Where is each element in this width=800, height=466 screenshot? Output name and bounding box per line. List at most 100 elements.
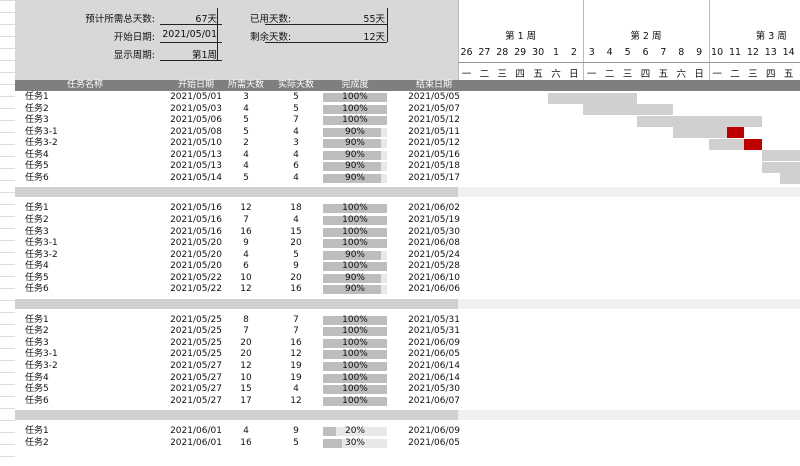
- table-row[interactable]: 任务6 2021/05/27 17 12 100% 2021/06/07: [15, 396, 460, 408]
- need-days-cell[interactable]: 20: [233, 349, 259, 361]
- actual-days-cell[interactable]: 5: [283, 104, 309, 116]
- start-date-cell[interactable]: 2021/05/25: [155, 338, 237, 350]
- gantt-bar[interactable]: [762, 150, 800, 162]
- end-date-cell[interactable]: 2021/06/05: [393, 438, 475, 450]
- task-name-cell[interactable]: 任务5: [25, 161, 49, 173]
- table-row[interactable]: 任务6 2021/05/22 12 16 90% 2021/06/06: [15, 284, 460, 296]
- task-name-cell[interactable]: 任务1: [25, 203, 49, 215]
- need-days-cell[interactable]: 5: [233, 127, 259, 139]
- end-date-cell[interactable]: 2021/06/08: [393, 238, 475, 250]
- task-name-cell[interactable]: 任务3-2: [25, 361, 58, 373]
- actual-days-cell[interactable]: 4: [283, 173, 309, 185]
- start-date-cell[interactable]: 2021/05/13: [155, 161, 237, 173]
- progress-label[interactable]: 20%: [323, 427, 387, 436]
- progress-label[interactable]: 100%: [323, 373, 387, 383]
- table-row[interactable]: 任务6 2021/05/14 5 4 90% 2021/05/17: [15, 173, 460, 185]
- end-date-cell[interactable]: 2021/06/14: [393, 361, 475, 373]
- progress-label[interactable]: 100%: [323, 385, 387, 394]
- progress-label[interactable]: 90%: [323, 150, 387, 160]
- progress-label[interactable]: 100%: [323, 204, 387, 213]
- progress-label[interactable]: 90%: [323, 273, 387, 283]
- col-actual[interactable]: 实际天数: [272, 80, 320, 91]
- need-days-cell[interactable]: 4: [233, 426, 259, 438]
- task-name-cell[interactable]: 任务6: [25, 396, 49, 408]
- start-date-cell[interactable]: 2021/05/08: [155, 127, 237, 139]
- progress-label[interactable]: 90%: [323, 139, 387, 148]
- task-name-cell[interactable]: 任务4: [25, 373, 49, 385]
- actual-days-cell[interactable]: 5: [283, 250, 309, 262]
- progress-label[interactable]: 100%: [323, 227, 387, 237]
- progress-label[interactable]: 100%: [323, 104, 387, 114]
- start-date-cell[interactable]: 2021/05/20: [155, 238, 237, 250]
- start-date-cell[interactable]: 2021/05/16: [155, 203, 237, 215]
- table-row[interactable]: 任务3-2 2021/05/27 12 19 100% 2021/06/14: [15, 361, 460, 373]
- start-date-cell[interactable]: 2021/05/22: [155, 273, 237, 285]
- need-days-cell[interactable]: 2: [233, 138, 259, 150]
- need-days-cell[interactable]: 3: [233, 92, 259, 104]
- need-days-cell[interactable]: 12: [233, 203, 259, 215]
- task-name-cell[interactable]: 任务6: [25, 173, 49, 185]
- table-row[interactable]: 任务3 2021/05/25 20 16 100% 2021/06/09: [15, 338, 460, 350]
- gantt-bar[interactable]: [547, 92, 637, 104]
- table-row[interactable]: 任务1 2021/05/25 8 7 100% 2021/05/31: [15, 315, 460, 327]
- gantt-overdue-marker[interactable]: [744, 138, 763, 150]
- table-row[interactable]: 任务2 2021/05/16 7 4 100% 2021/05/19: [15, 215, 460, 227]
- table-row[interactable]: 任务3 2021/05/16 16 15 100% 2021/05/30: [15, 227, 460, 239]
- task-name-cell[interactable]: 任务2: [25, 104, 49, 116]
- used-value[interactable]: 55天: [325, 11, 385, 25]
- end-date-cell[interactable]: 2021/05/17: [393, 173, 475, 185]
- need-days-cell[interactable]: 6: [233, 261, 259, 273]
- start-date-cell[interactable]: 2021/05/25: [155, 326, 237, 338]
- start-date-cell[interactable]: 2021/05/01: [155, 92, 237, 104]
- end-date-cell[interactable]: 2021/06/06: [393, 284, 475, 296]
- end-date-cell[interactable]: 2021/05/28: [393, 261, 475, 273]
- gantt-bar[interactable]: [637, 115, 763, 127]
- task-name-cell[interactable]: 任务5: [25, 273, 49, 285]
- start-date-cell[interactable]: 2021/06/01: [155, 426, 237, 438]
- end-date-cell[interactable]: 2021/05/12: [393, 138, 475, 150]
- actual-days-cell[interactable]: 16: [283, 284, 309, 296]
- progress-label[interactable]: 100%: [323, 350, 387, 359]
- task-name-cell[interactable]: 任务3: [25, 227, 49, 239]
- progress-label[interactable]: 100%: [323, 362, 387, 371]
- table-row[interactable]: 任务5 2021/05/27 15 4 100% 2021/05/30: [15, 384, 460, 396]
- task-name-cell[interactable]: 任务1: [25, 92, 49, 104]
- progress-label[interactable]: 90%: [323, 173, 387, 183]
- need-days-cell[interactable]: 7: [233, 326, 259, 338]
- start-date-cell[interactable]: 2021/05/27: [155, 361, 237, 373]
- progress-label[interactable]: 100%: [323, 239, 387, 248]
- end-date-cell[interactable]: 2021/05/16: [393, 150, 475, 162]
- progress-label[interactable]: 100%: [323, 93, 387, 102]
- need-days-cell[interactable]: 12: [233, 284, 259, 296]
- actual-days-cell[interactable]: 4: [283, 384, 309, 396]
- progress-label[interactable]: 30%: [323, 438, 387, 448]
- need-days-cell[interactable]: 12: [233, 361, 259, 373]
- start-date-cell[interactable]: 2021/05/16: [155, 227, 237, 239]
- remain-value[interactable]: 12天: [325, 29, 385, 43]
- task-name-cell[interactable]: 任务6: [25, 284, 49, 296]
- actual-days-cell[interactable]: 4: [283, 127, 309, 139]
- start-date-cell[interactable]: 2021/05/06: [155, 115, 237, 127]
- start-date-cell[interactable]: 2021/05/25: [155, 315, 237, 327]
- need-days-cell[interactable]: 8: [233, 315, 259, 327]
- end-date-cell[interactable]: 2021/05/18: [393, 161, 475, 173]
- start-date-cell[interactable]: 2021/05/22: [155, 284, 237, 296]
- task-name-cell[interactable]: 任务3-1: [25, 127, 58, 139]
- need-days-cell[interactable]: 4: [233, 250, 259, 262]
- table-row[interactable]: 任务1 2021/05/01 3 5 100% 2021/05/05: [15, 92, 460, 104]
- progress-label[interactable]: 90%: [323, 127, 387, 137]
- start-date-cell[interactable]: 2021/05/16: [155, 215, 237, 227]
- need-days-cell[interactable]: 4: [233, 104, 259, 116]
- start-date-cell[interactable]: 2021/05/13: [155, 150, 237, 162]
- task-name-cell[interactable]: 任务3: [25, 338, 49, 350]
- actual-days-cell[interactable]: 12: [283, 396, 309, 408]
- need-days-cell[interactable]: 15: [233, 384, 259, 396]
- end-date-cell[interactable]: 2021/05/07: [393, 104, 475, 116]
- progress-label[interactable]: 100%: [323, 262, 387, 271]
- end-date-cell[interactable]: 2021/05/11: [393, 127, 475, 139]
- end-date-cell[interactable]: 2021/06/07: [393, 396, 475, 408]
- need-days-cell[interactable]: 5: [233, 173, 259, 185]
- actual-days-cell[interactable]: 7: [283, 326, 309, 338]
- table-row[interactable]: 任务3 2021/05/06 5 7 100% 2021/05/12: [15, 115, 460, 127]
- actual-days-cell[interactable]: 20: [283, 238, 309, 250]
